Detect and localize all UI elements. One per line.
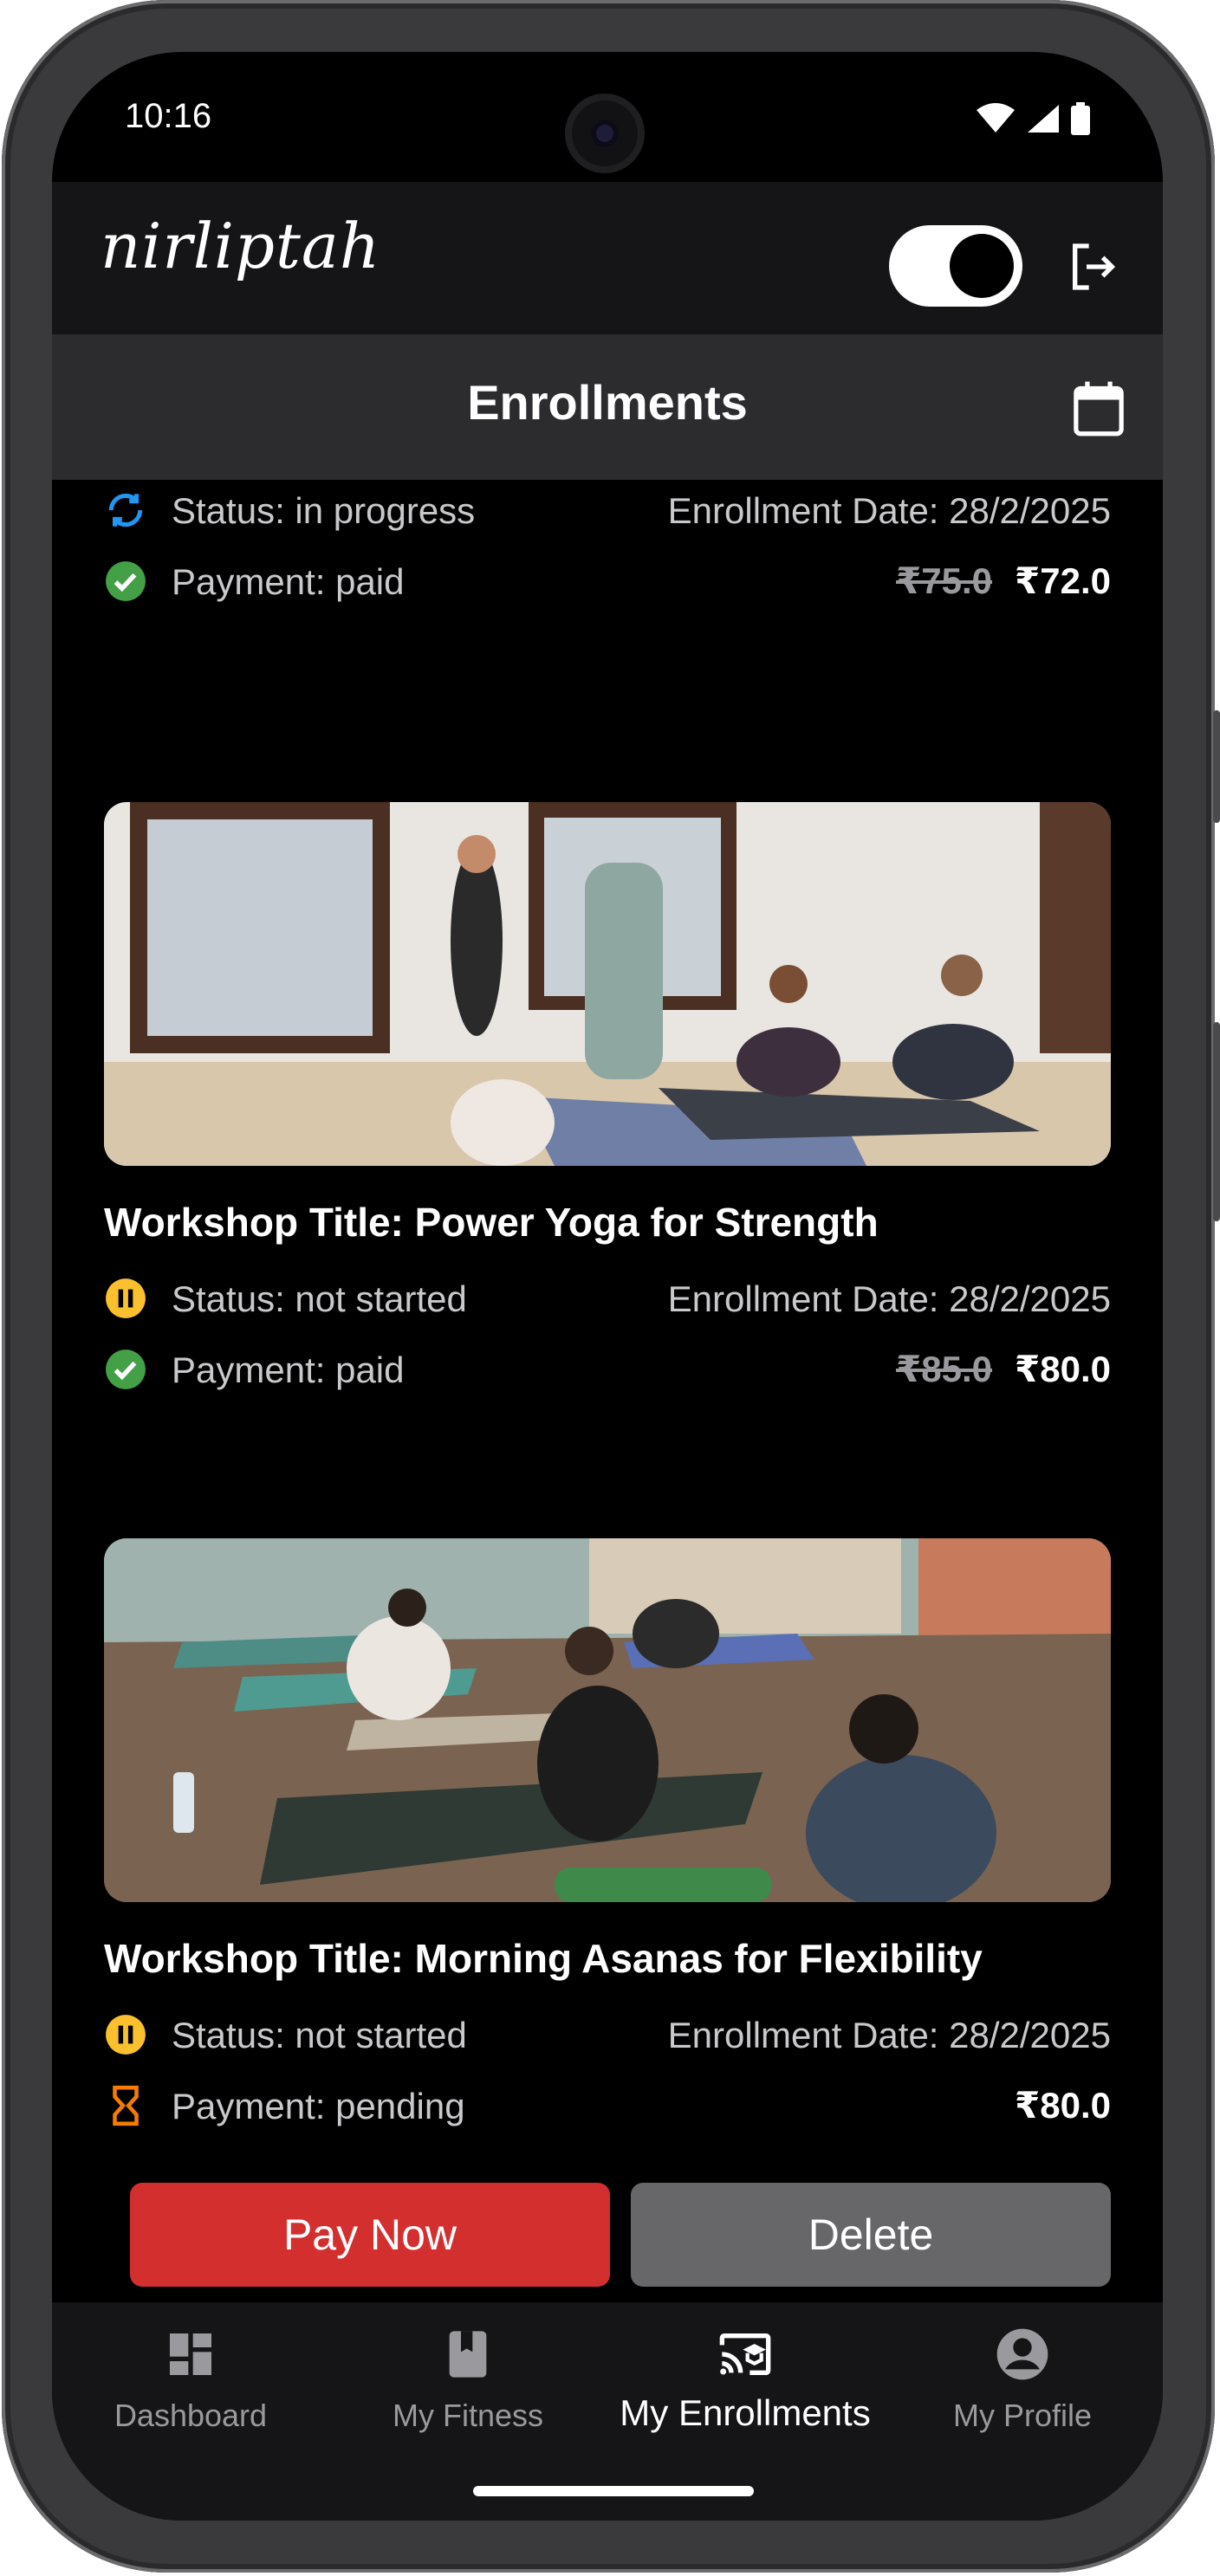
status-time: 10:16 <box>125 97 212 135</box>
side-button <box>1213 1022 1220 1221</box>
final-price: ₹80.0 <box>1015 1349 1111 1389</box>
status-text: Status: in progress <box>172 490 476 531</box>
pay-now-button[interactable]: Pay Now <box>130 2183 610 2287</box>
workshop-title: Workshop Title: Power Yoga for Strength <box>104 1200 879 1245</box>
app-header: nirliptah <box>52 182 1163 334</box>
home-indicator[interactable] <box>473 2486 754 2496</box>
status-icons <box>976 102 1090 135</box>
nav-item-my-enrollments[interactable]: My Enrollments <box>607 2327 884 2434</box>
nav-label: My Enrollments <box>620 2392 871 2433</box>
enrollment-date: Enrollment Date: 28/2/2025 <box>667 1278 1111 1319</box>
workshop-title: Workshop Title: Morning Asanas for Flexi… <box>104 1936 983 1981</box>
payment-text: Payment: pending <box>172 2086 465 2126</box>
original-price: ₹85.0 <box>896 1349 993 1389</box>
payment-row: Payment: paid ₹85.0 ₹80.0 <box>104 1343 1111 1395</box>
nav-label: My Profile <box>952 2398 1093 2433</box>
nav-item-dashboard[interactable]: Dashboard <box>52 2327 329 2434</box>
status-text: Status: not started <box>172 2015 467 2055</box>
workshop-image[interactable] <box>104 1538 1111 1902</box>
enrollment-date: Enrollment Date: 28/2/2025 <box>667 2015 1111 2055</box>
battery-icon <box>1071 102 1090 135</box>
status-row: Status: not started Enrollment Date: 28/… <box>104 1272 1111 1324</box>
status-row: Status: not started Enrollment Date: 28/… <box>104 2008 1111 2060</box>
check-circle-icon <box>106 561 146 601</box>
nav-label: Dashboard <box>114 2398 268 2433</box>
wifi-icon <box>977 103 1015 133</box>
price: ₹85.0 ₹80.0 <box>896 1348 1111 1390</box>
workshop-image[interactable] <box>104 802 1111 1166</box>
yoga-class-photo <box>104 802 1111 1166</box>
yoga-class-photo <box>104 1538 1111 1902</box>
nav-label: My Fitness <box>392 2398 544 2433</box>
hourglass-icon <box>113 2085 139 2126</box>
book-icon <box>449 2331 487 2378</box>
app-logo: nirliptah <box>101 210 381 282</box>
delete-button[interactable]: Delete <box>631 2183 1111 2287</box>
payment-row: Payment: pending ₹80.0 <box>104 2079 1111 2131</box>
side-button <box>1213 710 1220 823</box>
signal-icon <box>1028 105 1059 133</box>
sync-icon <box>108 493 143 527</box>
payment-row: Payment: paid ₹75.0 ₹72.0 <box>104 554 1111 606</box>
phone-screen: 10:16 nirliptah Enrollments Status: in p… <box>52 52 1163 2521</box>
price: ₹75.0 ₹72.0 <box>896 560 1111 602</box>
pause-circle-icon <box>106 1278 146 1318</box>
status-row: Status: in progress Enrollment Date: 28/… <box>104 483 1111 535</box>
enrollment-date: Enrollment Date: 28/2/2025 <box>667 490 1111 531</box>
calendar-icon[interactable] <box>1071 379 1126 438</box>
front-camera <box>565 94 645 173</box>
title-bar: Enrollments <box>52 334 1163 480</box>
nav-item-my-profile[interactable]: My Profile <box>884 2327 1161 2434</box>
original-price: ₹75.0 <box>896 560 993 601</box>
payment-text: Payment: paid <box>172 1349 405 1390</box>
payment-text: Payment: paid <box>172 561 405 602</box>
logout-icon[interactable] <box>1066 239 1121 294</box>
page-title: Enrollments <box>467 375 748 430</box>
cast-school-icon <box>719 2333 771 2375</box>
status-text: Status: not started <box>172 1278 467 1319</box>
theme-toggle[interactable] <box>889 225 1022 307</box>
final-price: ₹72.0 <box>1015 560 1111 601</box>
pause-circle-icon <box>106 2015 146 2055</box>
account-circle-icon <box>996 2328 1048 2380</box>
check-circle-icon <box>106 1349 146 1389</box>
dashboard-icon <box>170 2333 211 2375</box>
nav-item-my-fitness[interactable]: My Fitness <box>329 2327 607 2434</box>
final-price: ₹80.0 <box>1015 2085 1111 2126</box>
enrollment-list[interactable]: Status: in progress Enrollment Date: 28/… <box>52 480 1163 2302</box>
